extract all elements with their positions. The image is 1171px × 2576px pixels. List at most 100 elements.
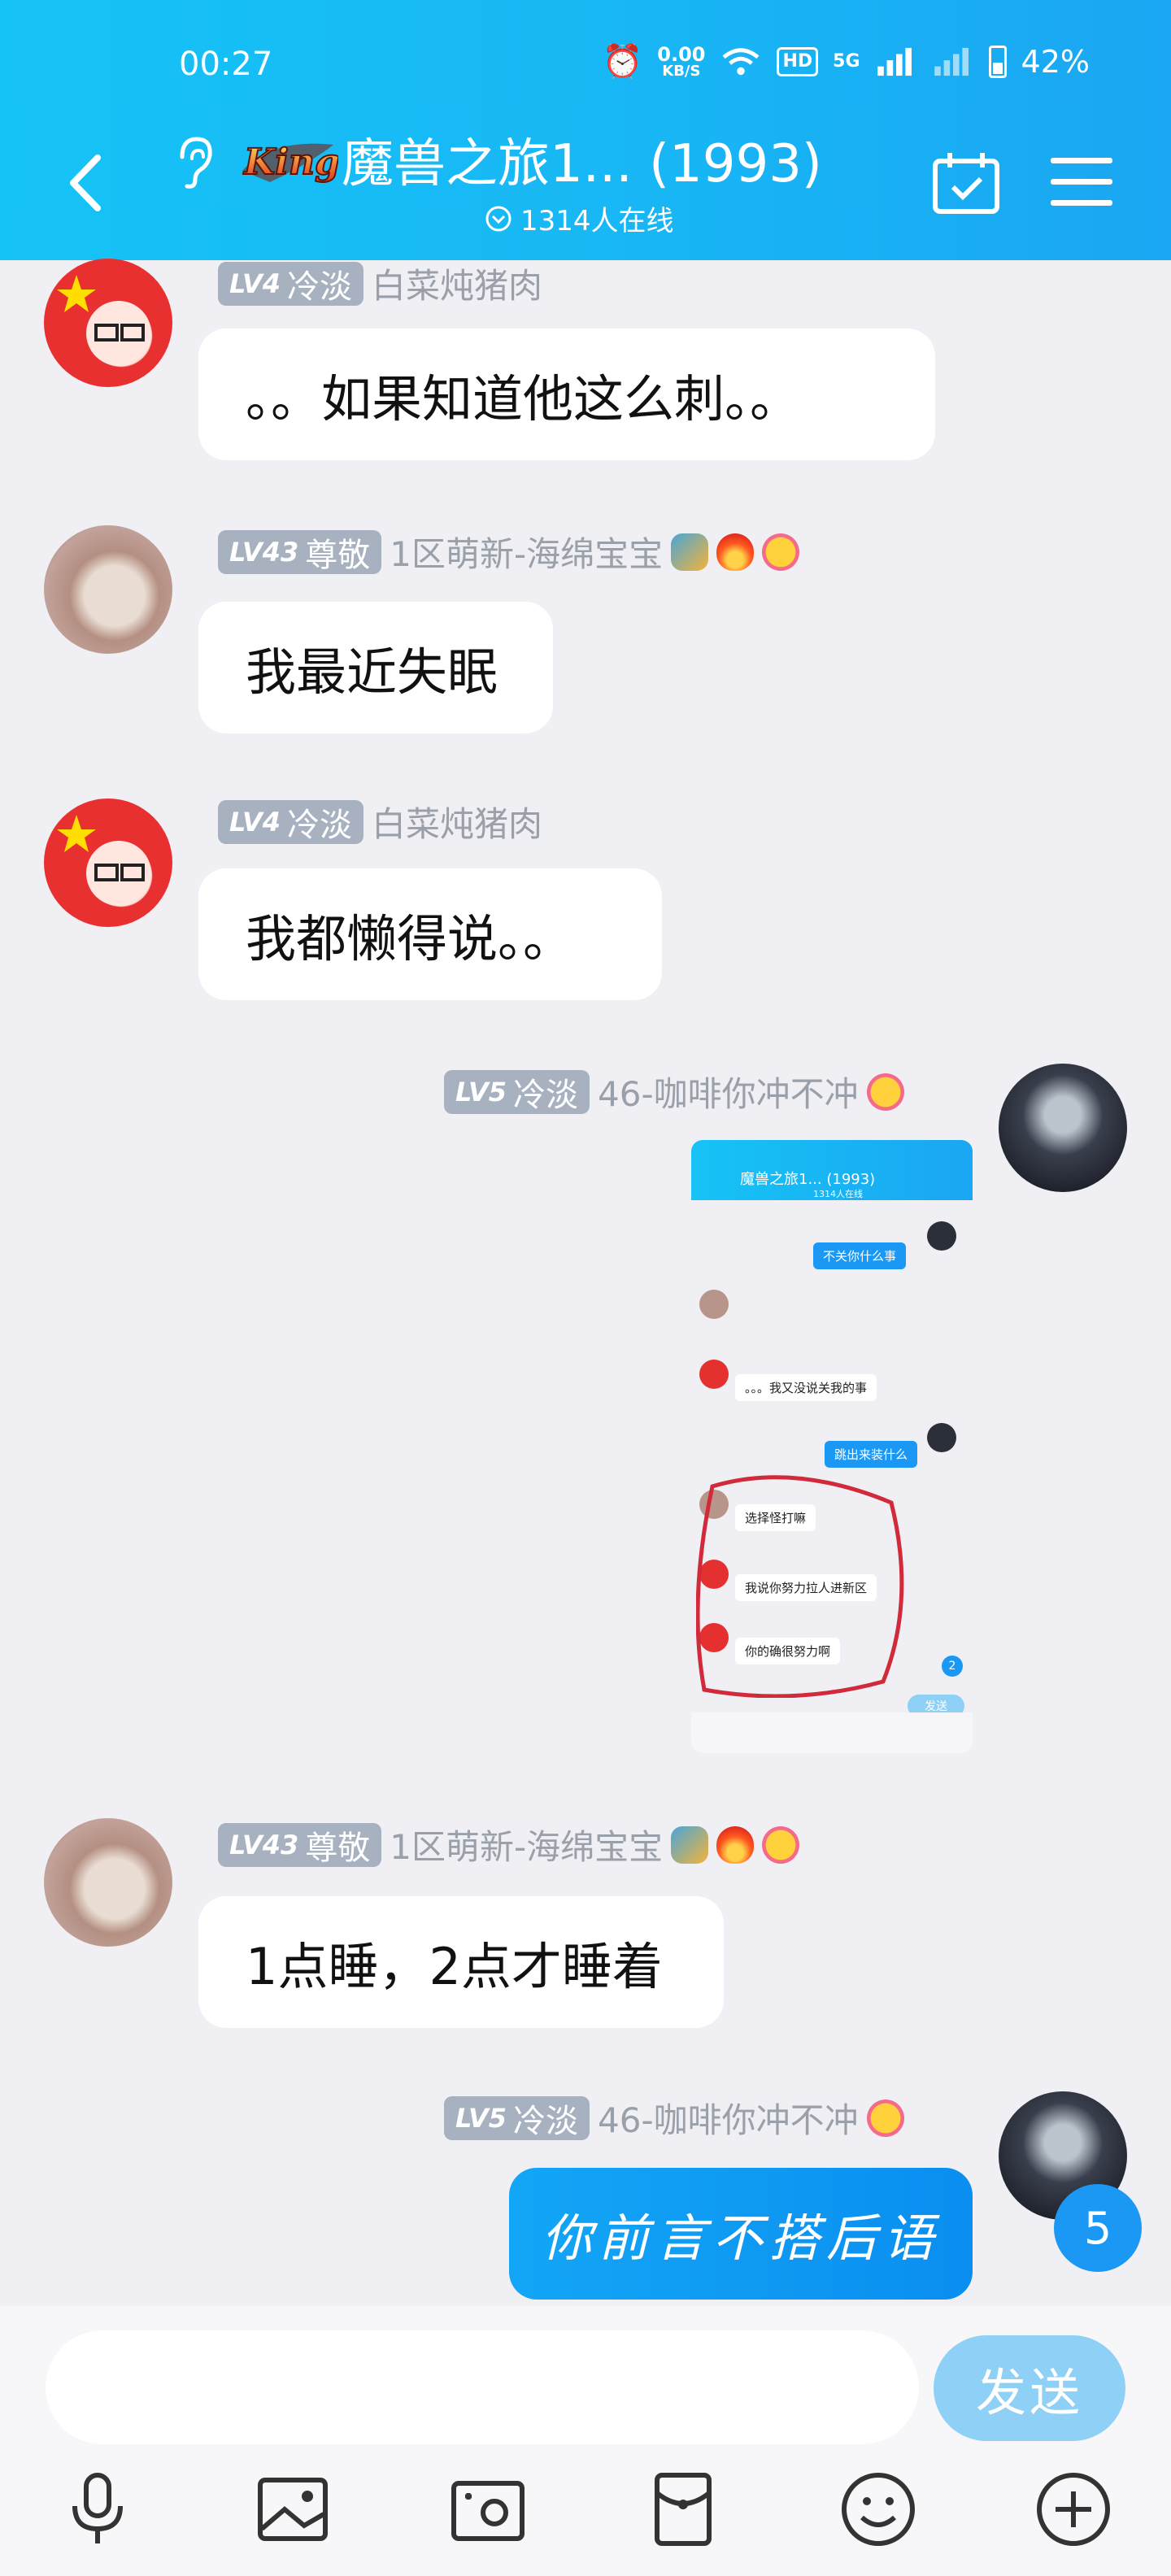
battery-icon xyxy=(988,45,1007,78)
message-text: 你前言不搭后语 xyxy=(541,2208,940,2268)
input-toolbar xyxy=(0,2469,1171,2558)
level-title: 尊敬 xyxy=(305,536,371,574)
thumb-header: 魔兽之旅1... (1993) 1314人在线 xyxy=(691,1140,973,1200)
avatar[interactable] xyxy=(44,798,172,927)
thumb-bubble: 跳出来装什么 xyxy=(825,1441,918,1468)
message-text: 我都懒得说。。 xyxy=(246,909,574,968)
thumb-bubble: 不关你什么事 xyxy=(813,1242,907,1269)
battery-percent: 42% xyxy=(1021,43,1090,80)
message-text: 。。如果知道他这么刺。。 xyxy=(246,369,801,429)
screenshot-image-message[interactable]: 魔兽之旅1... (1993) 1314人在线 不关你什么事 。。。我又没说关我… xyxy=(691,1140,973,1753)
chat-header: 00:27 ⏰ 0.00 KB/S HD 5G 42% King 魔兽之旅1..… xyxy=(0,0,1171,260)
thumb-unread-badge: 2 xyxy=(942,1656,963,1677)
level: LV5 xyxy=(455,2102,507,2134)
sender-name-row: LV5 冷淡 46-咖啡你冲不冲 xyxy=(444,1067,904,1116)
network-speed: 0.00 KB/S xyxy=(657,45,705,79)
message-text: 1点睡，2点才睡着 xyxy=(246,1937,663,1996)
thumb-avatar xyxy=(927,1221,956,1251)
level: LV43 xyxy=(229,1829,299,1860)
avatar[interactable] xyxy=(44,525,172,654)
group-logo: King xyxy=(237,130,341,190)
thumb-avatar xyxy=(699,1360,729,1389)
sender-name[interactable]: 1区萌新-海绵宝宝 xyxy=(390,527,663,577)
sender-name-row: LV4 冷淡 白菜炖猪肉 xyxy=(218,259,542,308)
alarm-icon: ⏰ xyxy=(602,43,643,80)
sender-name[interactable]: 白菜炖猪肉 xyxy=(372,259,542,308)
menu-button[interactable] xyxy=(1051,156,1112,207)
plus-icon[interactable] xyxy=(1033,2469,1114,2550)
sender-name[interactable]: 白菜炖猪肉 xyxy=(372,797,542,846)
wifi-icon xyxy=(720,46,762,77)
thumb-avatar xyxy=(927,1423,956,1452)
level-title: 冷淡 xyxy=(287,806,353,844)
level-title: 尊敬 xyxy=(305,1829,371,1867)
group-title[interactable]: 魔兽之旅1... (1993) xyxy=(342,122,822,197)
sender-name[interactable]: 46-咖啡你冲不冲 xyxy=(598,2093,859,2143)
sender-name[interactable]: 46-咖啡你冲不冲 xyxy=(598,1067,859,1116)
own-avatar[interactable] xyxy=(999,1064,1127,1192)
net-speed-value: 0.00 xyxy=(657,42,706,66)
red-annotation-circle xyxy=(696,1475,904,1698)
fire-badge-icon xyxy=(716,1825,755,1864)
message-bubble[interactable]: 你前言不搭后语 xyxy=(509,2168,973,2300)
message-bubble[interactable]: 我最近失眠 xyxy=(198,602,553,733)
avatar[interactable] xyxy=(44,259,172,387)
back-button[interactable] xyxy=(57,146,114,220)
online-text: 1314人在线 xyxy=(520,205,674,237)
message-bubble[interactable]: 1点睡，2点才睡着 xyxy=(198,1896,724,2028)
dragon-badge-icon xyxy=(671,533,709,571)
chevron-down-circle-icon xyxy=(485,206,511,231)
sender-name[interactable]: 1区萌新-海绵宝宝 xyxy=(390,1820,663,1869)
level: LV43 xyxy=(229,536,299,568)
level-title: 冷淡 xyxy=(513,1076,579,1114)
message-bubble[interactable]: 。。如果知道他这么刺。。 xyxy=(198,329,935,460)
image-icon[interactable] xyxy=(252,2469,333,2550)
level-badge: LV4 冷淡 xyxy=(218,261,364,306)
signal-label: 5G xyxy=(833,51,860,72)
fire-badge-icon xyxy=(716,533,755,571)
level-title: 冷淡 xyxy=(287,268,353,306)
dragon-badge-icon xyxy=(671,1825,709,1864)
hd-badge: HD xyxy=(777,46,819,76)
thumb-avatar xyxy=(699,1290,729,1319)
signal-2-icon xyxy=(932,46,974,77)
level-title: 冷淡 xyxy=(513,2102,579,2140)
net-speed-unit: KB/S xyxy=(662,62,701,80)
thumb-toolbar xyxy=(691,1712,973,1753)
sender-name-row: LV4 冷淡 白菜炖猪肉 xyxy=(218,797,542,846)
send-button[interactable]: 发送 xyxy=(934,2335,1125,2441)
smile-badge-icon xyxy=(762,533,800,571)
level: LV4 xyxy=(229,268,281,299)
level: LV4 xyxy=(229,806,281,838)
level-badge: LV5 冷淡 xyxy=(444,2095,590,2140)
ear-icon[interactable] xyxy=(171,134,216,191)
unread-count-badge[interactable]: 5 xyxy=(1054,2184,1142,2272)
message-input[interactable] xyxy=(46,2330,919,2444)
smile-badge-icon xyxy=(866,2099,904,2137)
logo-text: King xyxy=(242,141,338,183)
avatar[interactable] xyxy=(44,1818,172,1947)
online-count[interactable]: 1314人在线 xyxy=(485,198,674,238)
thumb-title: 魔兽之旅1... (1993) xyxy=(740,1171,876,1188)
sender-name-row: LV43 尊敬 1区萌新-海绵宝宝 xyxy=(218,527,800,577)
message-bubble[interactable]: 我都懒得说。。 xyxy=(198,868,662,1000)
thumb-online: 1314人在线 xyxy=(813,1189,863,1199)
message-text: 我最近失眠 xyxy=(246,642,498,702)
calendar-checkin-button[interactable] xyxy=(932,151,1000,215)
smile-badge-icon xyxy=(866,1073,904,1111)
input-area: 发送 xyxy=(0,2306,1171,2576)
camera-icon[interactable] xyxy=(447,2469,529,2550)
signal-strength-icon xyxy=(875,46,917,77)
emoji-icon[interactable] xyxy=(838,2469,919,2550)
level-badge: LV5 冷淡 xyxy=(444,1069,590,1114)
level-badge: LV43 尊敬 xyxy=(218,529,382,574)
red-packet-icon[interactable] xyxy=(642,2469,724,2550)
microphone-icon[interactable] xyxy=(57,2469,138,2550)
smile-badge-icon xyxy=(762,1825,800,1864)
level-badge: LV43 尊敬 xyxy=(218,1822,382,1867)
sender-name-row: LV43 尊敬 1区萌新-海绵宝宝 xyxy=(218,1820,800,1869)
sender-name-row: LV5 冷淡 46-咖啡你冲不冲 xyxy=(444,2093,904,2143)
status-icons: ⏰ 0.00 KB/S HD 5G 42% xyxy=(602,42,1090,80)
level: LV5 xyxy=(455,1076,507,1107)
level-badge: LV4 冷淡 xyxy=(218,799,364,844)
